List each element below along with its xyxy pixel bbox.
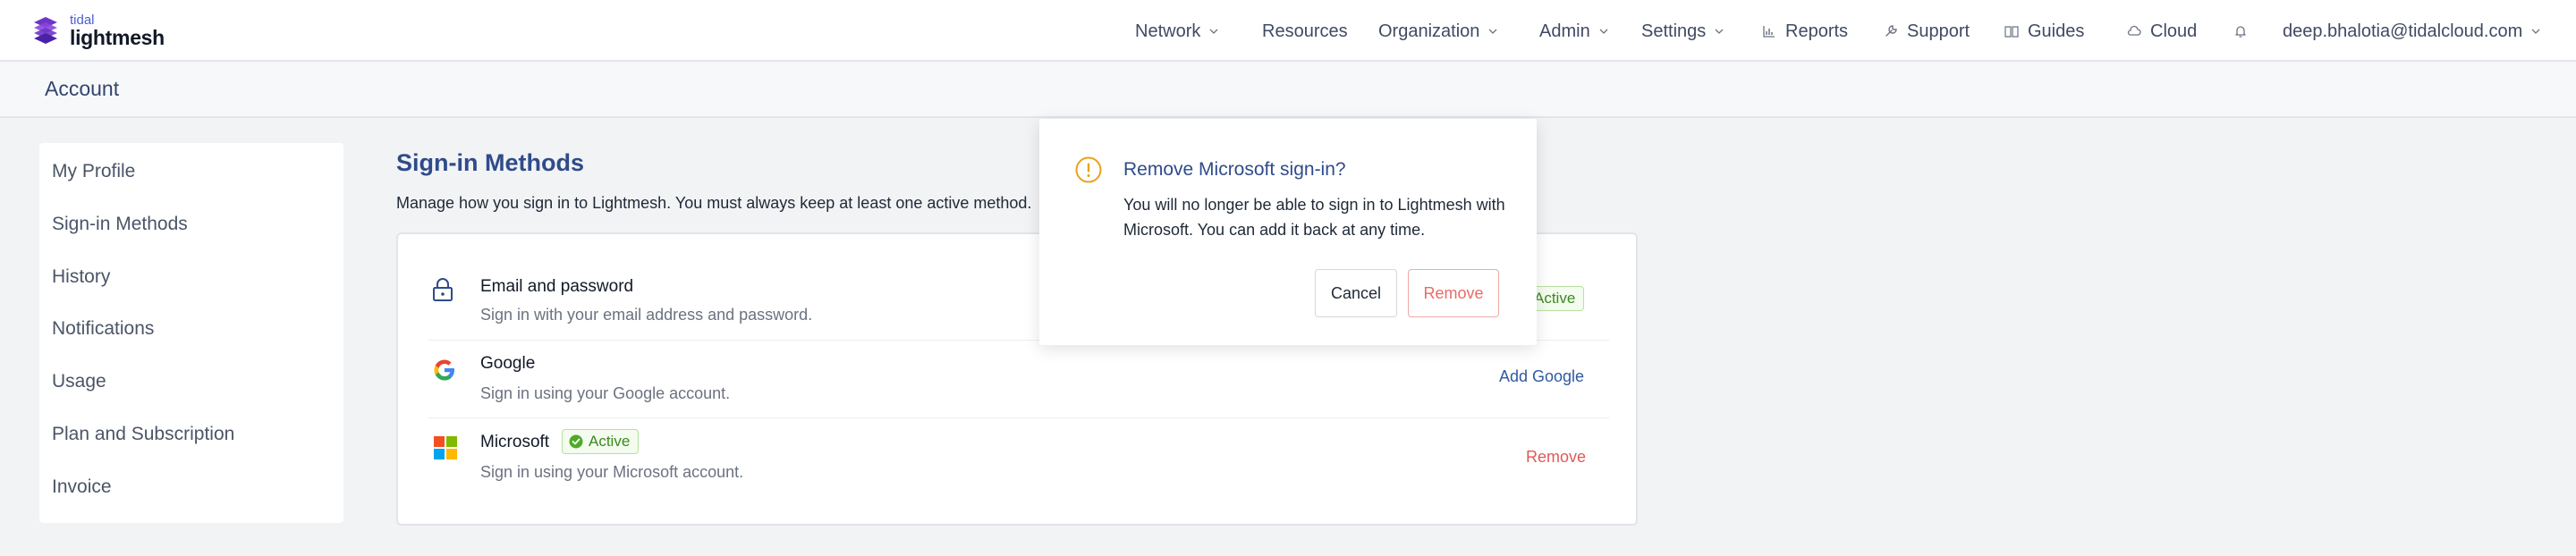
- chevron-down-icon: [1715, 29, 1724, 34]
- nav-cloud-label: Cloud: [2150, 21, 2198, 41]
- method-title: Microsoft: [480, 433, 550, 451]
- sidebar-item-history[interactable]: History: [52, 266, 110, 288]
- nav-guides[interactable]: Guides: [2004, 20, 2084, 43]
- method-title: Google: [480, 354, 536, 373]
- sidebar-item-my-profile[interactable]: My Profile: [52, 161, 135, 182]
- nav-resources[interactable]: Resources: [1262, 20, 1348, 43]
- book-icon: [2004, 26, 2019, 38]
- nav-admin[interactable]: Admin: [1539, 20, 1608, 43]
- section-description: Manage how you sign in to Lightmesh. You…: [396, 194, 1032, 212]
- sidebar-item-sign-in-methods[interactable]: Sign-in Methods: [52, 214, 188, 235]
- lock-icon: [433, 278, 453, 301]
- dialog-body: You will no longer be able to sign in to…: [1123, 196, 1505, 239]
- method-subtitle: Sign in using your Google account.: [480, 384, 731, 402]
- method-subtitle: Sign in with your email address and pass…: [480, 306, 813, 324]
- chevron-down-icon: [2531, 29, 2540, 34]
- status-badge-label: Active: [1534, 290, 1576, 307]
- wrench-icon: [1885, 25, 1897, 37]
- method-subtitle: Sign in using your Microsoft account.: [480, 463, 744, 481]
- user-menu[interactable]: deep.bhalotia@tidalcloud.com: [2283, 20, 2540, 43]
- section-title: Sign-in Methods: [396, 149, 584, 176]
- user-email: deep.bhalotia@tidalcloud.com: [2283, 21, 2523, 41]
- nav-reports[interactable]: Reports: [1762, 20, 1848, 43]
- microsoft-icon: [434, 436, 457, 459]
- remove-microsoft-button[interactable]: Remove: [1526, 448, 1586, 467]
- bell-icon: [2235, 26, 2246, 38]
- warning-icon: [1075, 156, 1102, 183]
- nav-cloud[interactable]: Cloud: [2127, 20, 2197, 43]
- nav-admin-label: Admin: [1539, 21, 1590, 41]
- method-title: Email and password: [480, 277, 634, 296]
- bar-chart-icon: [1763, 26, 1775, 38]
- add-google-button[interactable]: Add Google: [1499, 367, 1584, 386]
- nav-organization[interactable]: Organization: [1378, 20, 1497, 43]
- confirm-remove-dialog: Remove Microsoft sign-in? You will no lo…: [1039, 119, 1537, 345]
- cloud-icon: [2127, 25, 2141, 36]
- nav-guides-label: Guides: [2028, 21, 2085, 41]
- nav-support[interactable]: Support: [1884, 20, 1970, 43]
- nav-support-label: Support: [1907, 21, 1970, 41]
- confirm-remove-button[interactable]: Remove: [1408, 269, 1499, 317]
- nav-settings-label: Settings: [1641, 21, 1707, 41]
- status-badge-label: Active: [589, 433, 631, 450]
- nav-settings[interactable]: Settings: [1641, 20, 1724, 43]
- nav-network-label: Network: [1135, 21, 1201, 41]
- logo-icon: [34, 17, 57, 44]
- cancel-button[interactable]: Cancel: [1315, 269, 1397, 317]
- nav-reports-label: Reports: [1785, 21, 1849, 41]
- notifications-bell[interactable]: [2233, 20, 2248, 43]
- top-navigation-bar: tidal lightmesh Network Resources Organi…: [0, 0, 2576, 62]
- nav-network[interactable]: Network: [1135, 20, 1218, 43]
- logo-main-text: lightmesh: [70, 25, 165, 49]
- status-badge: Active: [562, 429, 640, 454]
- sidebar-item-invoice[interactable]: Invoice: [52, 476, 112, 498]
- google-icon: [434, 359, 454, 381]
- sidebar-item-usage[interactable]: Usage: [52, 371, 106, 392]
- dialog-title: Remove Microsoft sign-in?: [1123, 159, 1346, 180]
- nav-organization-label: Organization: [1378, 21, 1480, 41]
- sidebar-item-notifications[interactable]: Notifications: [52, 318, 154, 340]
- page-header: Account: [0, 63, 2576, 118]
- page-title: Account: [45, 77, 120, 100]
- chevron-down-icon: [1488, 29, 1497, 34]
- sidebar-item-plan-and-subscription[interactable]: Plan and Subscription: [52, 424, 234, 445]
- chevron-down-icon: [1599, 29, 1608, 34]
- logo-small-text: tidal: [70, 12, 95, 28]
- divider: [428, 417, 1609, 418]
- nav-resources-label: Resources: [1262, 21, 1348, 41]
- logo[interactable]: tidal lightmesh: [30, 13, 165, 48]
- chevron-down-icon: [1209, 29, 1218, 34]
- check-circle-icon: [569, 434, 583, 449]
- sidebar: My Profile Sign-in Methods History Notif…: [39, 143, 343, 523]
